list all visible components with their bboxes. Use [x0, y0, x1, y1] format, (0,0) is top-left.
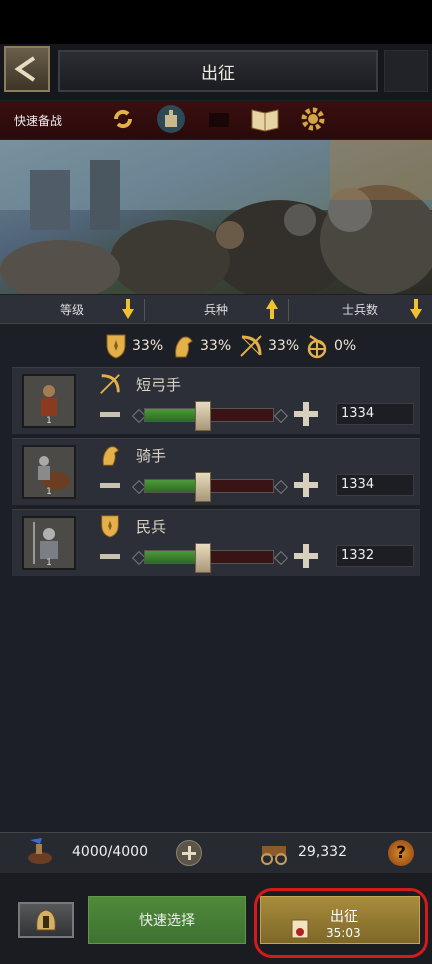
page-title: 出征: [58, 50, 378, 92]
capacity-bar: [0, 832, 432, 873]
unit-level: 1: [46, 487, 52, 497]
cavalry-horse-icon: [102, 446, 119, 466]
wagon-icon: [261, 846, 287, 865]
cavalry-horse-icon: [175, 336, 193, 358]
unit-count-field[interactable]: 1334: [336, 403, 414, 425]
archer-bow-icon: [240, 335, 262, 357]
back-arrow-icon: [14, 56, 36, 82]
disabled-header-button: [384, 50, 428, 92]
unit-row-archer: 1 短弓手 1334: [12, 367, 420, 434]
decrease-button[interactable]: [100, 554, 120, 559]
siege-wheel-icon: [307, 334, 327, 359]
back-button[interactable]: [4, 46, 50, 92]
decrease-button[interactable]: [100, 483, 120, 488]
unit-portrait[interactable]: 1: [22, 445, 76, 499]
unit-count-field[interactable]: 1332: [336, 545, 414, 567]
supply-count: 29,332: [298, 844, 347, 860]
archer-bow-icon: [100, 374, 120, 394]
unit-slider[interactable]: [144, 472, 274, 502]
unit-portrait[interactable]: 1: [22, 374, 76, 428]
sort-type-label: 兵种: [203, 302, 228, 317]
increase-button[interactable]: [294, 402, 318, 426]
stat-siege: 0%: [304, 333, 356, 359]
quick-select-button[interactable]: 快速选择: [88, 896, 246, 944]
unit-row-infantry: 1 民兵 1332: [12, 509, 420, 576]
stat-archer: 33%: [238, 333, 299, 359]
unit-name: 骑手: [136, 447, 167, 465]
stat-cavalry: 33%: [170, 333, 231, 359]
sort-up-arrow-icon: [266, 299, 278, 319]
help-button[interactable]: ?: [388, 840, 414, 866]
unit-name: 民兵: [136, 518, 167, 536]
sort-count-label: 士兵数: [341, 302, 378, 317]
quick-prep-label: 快速备战: [14, 114, 63, 128]
blank-slot: [204, 104, 234, 134]
unit-level: 1: [46, 558, 52, 568]
unit-level: 1: [46, 416, 52, 426]
increase-button[interactable]: [294, 544, 318, 568]
unit-count-field[interactable]: 1334: [336, 474, 414, 496]
troop-capacity: 4000/4000: [72, 844, 148, 860]
infantry-shield-icon: [106, 334, 126, 359]
refresh-icon[interactable]: [108, 104, 138, 134]
increase-button[interactable]: [294, 473, 318, 497]
sort-down-arrow-icon: [410, 299, 422, 319]
infantry-shield-icon: [101, 515, 119, 538]
slider-knob[interactable]: [194, 543, 211, 573]
add-capacity-button[interactable]: [176, 840, 202, 866]
stat-cavalry-value: 33%: [200, 338, 232, 354]
status-bar: [0, 0, 432, 44]
stat-siege-value: 0%: [334, 338, 357, 354]
unit-slider[interactable]: [144, 543, 274, 573]
slider-right-marker: [273, 479, 289, 495]
decrease-button[interactable]: [100, 412, 120, 417]
slider-right-marker: [273, 550, 289, 566]
commander-button[interactable]: [18, 902, 74, 938]
sort-down-arrow-icon: [122, 299, 134, 319]
unit-portrait[interactable]: 1: [22, 516, 76, 570]
gear-icon[interactable]: [298, 104, 328, 134]
book-icon[interactable]: [250, 104, 280, 134]
slider-knob[interactable]: [194, 401, 211, 431]
slider-right-marker: [273, 408, 289, 424]
highlight-annotation: [254, 888, 428, 958]
unit-name: 短弓手: [136, 376, 182, 394]
troop-capacity-icon: [28, 838, 52, 864]
battle-banner-image: [0, 140, 432, 294]
stat-archer-value: 33%: [268, 338, 300, 354]
castle-icon[interactable]: [156, 104, 186, 134]
unit-row-cavalry: 1 骑手 1334: [12, 438, 420, 505]
unit-slider[interactable]: [144, 401, 274, 431]
stat-infantry: 33%: [104, 333, 163, 359]
helmet-icon: [36, 909, 56, 931]
stat-infantry-value: 33%: [132, 338, 164, 354]
sort-level-label: 等级: [59, 302, 84, 317]
slider-knob[interactable]: [194, 472, 211, 502]
